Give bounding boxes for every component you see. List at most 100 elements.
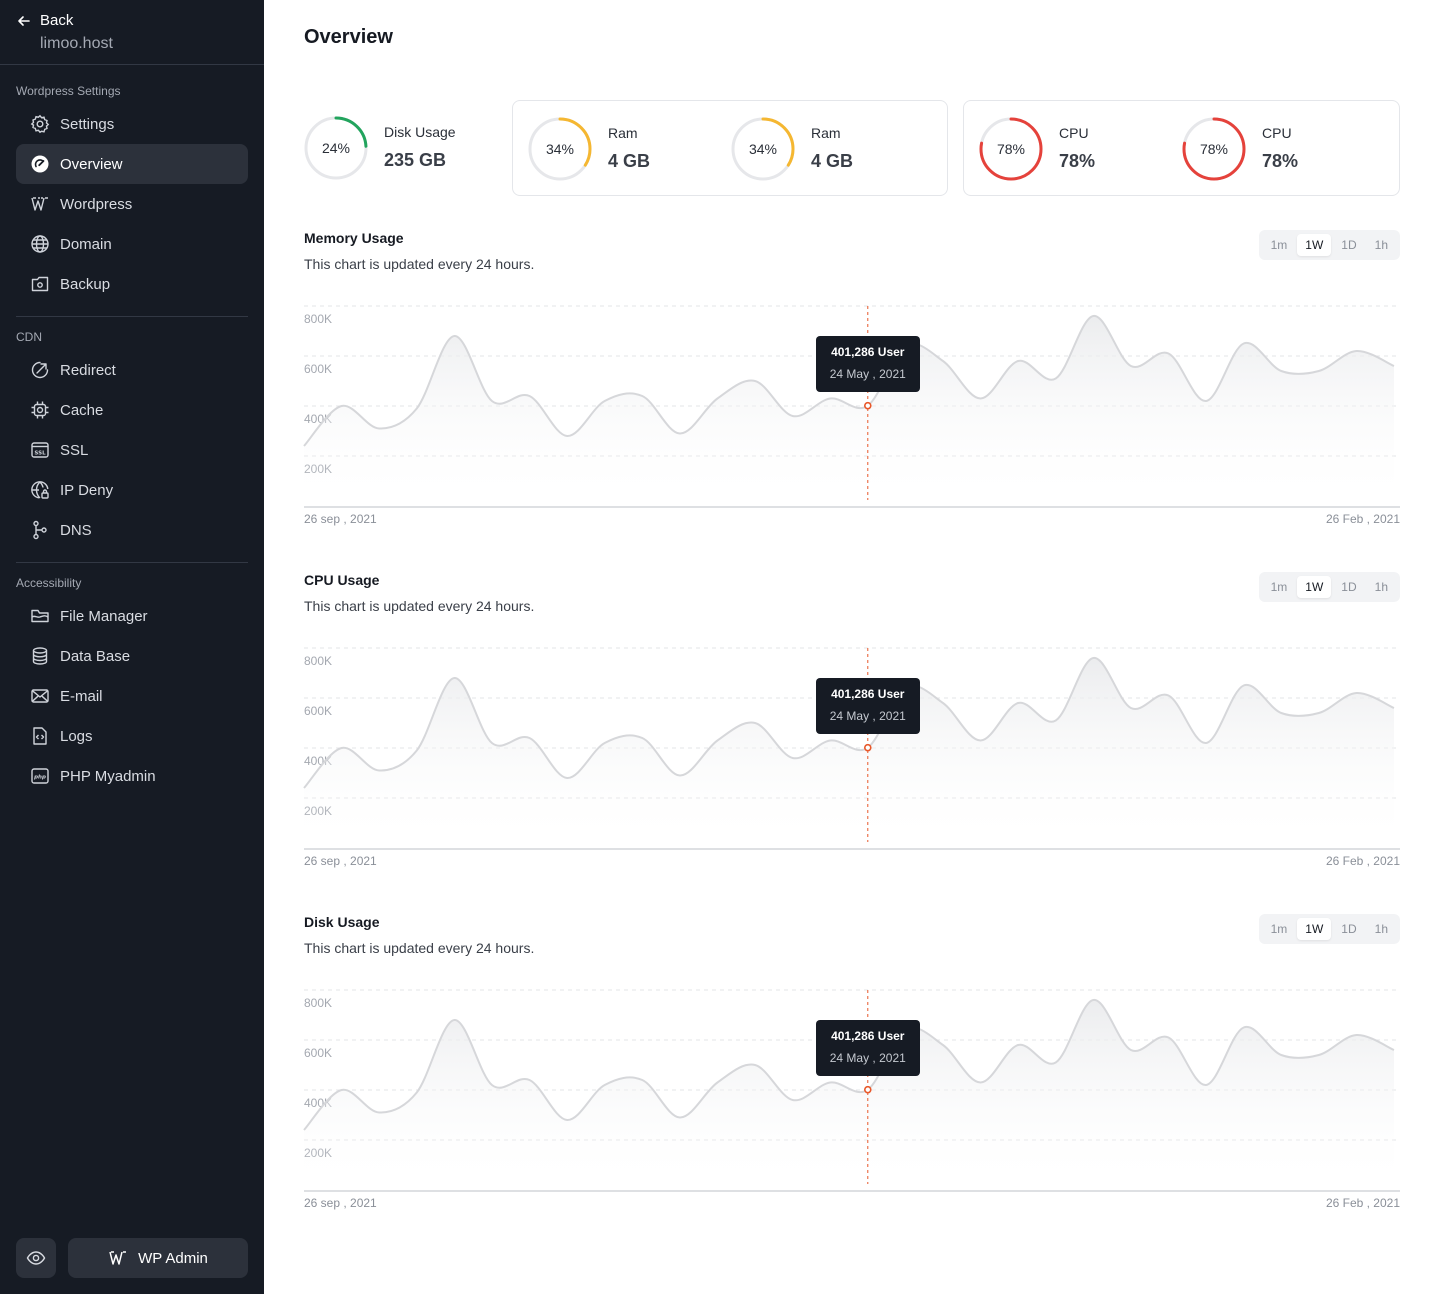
sidebar-item-file-manager[interactable]: File Manager: [16, 596, 248, 636]
back-button[interactable]: Back: [16, 12, 73, 29]
range-tab-1m[interactable]: 1m: [1263, 576, 1296, 598]
range-tab-1m[interactable]: 1m: [1263, 234, 1296, 256]
x-axis-end-label: 26 Feb , 2021: [1325, 1196, 1400, 1210]
stat-label: Disk Usage: [384, 124, 456, 140]
stat-value: 235 GB: [384, 150, 447, 170]
tooltip-date: 24 May , 2021: [829, 1050, 906, 1065]
chart-tooltip: 401,286 User 24 May , 2021: [815, 677, 920, 734]
cpu-usage-chart: CPU Usage This chart is updated every 24…: [303, 572, 1400, 884]
sidebar-item-cache[interactable]: Cache: [16, 390, 248, 430]
sidebar-item-data-base[interactable]: Data Base: [16, 636, 248, 676]
sidebar-item-wordpress[interactable]: Wordpress: [16, 184, 248, 224]
chart-tooltip: 401,286 User 24 May , 2021: [815, 1019, 920, 1076]
database-icon: [30, 646, 50, 666]
sidebar-item-label: Redirect: [60, 361, 116, 379]
wp-admin-label: WP Admin: [138, 1249, 208, 1267]
chart-tooltip: 401,286 User 24 May , 2021: [815, 335, 920, 392]
chart-title: Disk Usage: [304, 914, 380, 930]
divider: [16, 316, 248, 317]
sidebar-item-label: SSL: [60, 441, 89, 459]
sidebar-item-overview[interactable]: Overview: [16, 144, 248, 184]
sidebar-item-label: File Manager: [60, 607, 148, 625]
back-label: Back: [40, 12, 74, 29]
arrow-left-icon: [18, 15, 30, 26]
stat-label: CPU: [1262, 125, 1292, 141]
chip-icon: [30, 400, 50, 420]
y-tick-label: 600K: [304, 1046, 332, 1060]
range-tabs: 1m 1W 1D 1h: [1258, 914, 1400, 944]
wordpress-icon: [30, 194, 50, 214]
stat-card-cpu: 78% CPU 78% 78% CPU 78%: [963, 100, 1400, 196]
sidebar-item-php-myadmin[interactable]: php PHP Myadmin: [16, 756, 248, 796]
sidebar-item-label: Data Base: [60, 647, 131, 665]
chart-subtitle: This chart is updated every 24 hours.: [304, 940, 535, 956]
sidebar-item-label: PHP Myadmin: [60, 767, 156, 785]
divider: [0, 64, 264, 65]
stat-cpu: 78% CPU 78%: [979, 117, 1159, 181]
sidebar-item-ip-deny[interactable]: IP Deny: [16, 470, 248, 510]
tooltip-date: 24 May , 2021: [829, 366, 906, 381]
stat-ram: 34% Ram 4 GB: [731, 117, 911, 181]
sidebar-item-redirect[interactable]: Redirect: [16, 350, 248, 390]
visibility-toggle-button[interactable]: [16, 1238, 56, 1278]
tooltip-value: 401,286 User: [831, 344, 905, 359]
y-tick-label: 600K: [304, 362, 332, 376]
sidebar-item-label: DNS: [60, 521, 92, 539]
range-tab-1m[interactable]: 1m: [1263, 918, 1296, 940]
chart-title: CPU Usage: [304, 572, 380, 588]
ring-percent: 34%: [545, 141, 575, 157]
range-tab-1h[interactable]: 1h: [1367, 576, 1396, 598]
globe-icon: [30, 234, 50, 254]
x-axis-start-label: 26 sep , 2021: [304, 1196, 377, 1210]
stat-disk-usage: 24% Disk Usage 235 GB: [304, 116, 484, 180]
page-title: Overview: [304, 26, 393, 48]
sidebar-item-logs[interactable]: Logs: [16, 716, 248, 756]
range-tabs: 1m 1W 1D 1h: [1258, 230, 1400, 260]
y-tick-label: 800K: [304, 996, 332, 1010]
stat-card-ram: 34% Ram 4 GB 34% Ram 4 GB: [512, 100, 948, 196]
area-chart[interactable]: 800K600K400K200K: [303, 974, 1400, 1194]
ring-percent: 78%: [996, 141, 1026, 157]
tooltip-date: 24 May , 2021: [829, 708, 906, 723]
sidebar-item-ssl[interactable]: SSL SSL: [16, 430, 248, 470]
stat-label: CPU: [1059, 125, 1089, 141]
backup-icon: [30, 274, 50, 294]
sidebar-item-dns[interactable]: DNS: [16, 510, 248, 550]
range-tab-1w[interactable]: 1W: [1297, 234, 1332, 256]
range-tab-1h[interactable]: 1h: [1367, 918, 1396, 940]
tooltip-value: 401,286 User: [831, 686, 905, 701]
sidebar-item-label: Backup: [60, 275, 111, 293]
stat-value: 4 GB: [811, 151, 854, 171]
stat-value: 78%: [1059, 151, 1096, 171]
area-chart[interactable]: 800K600K400K200K: [303, 290, 1400, 510]
sidebar-item-backup[interactable]: Backup: [16, 264, 248, 304]
folder-icon: [30, 606, 50, 626]
range-tab-1w[interactable]: 1W: [1297, 576, 1332, 598]
divider: [16, 562, 248, 563]
file-code-icon: [30, 726, 50, 746]
y-tick-label: 600K: [304, 704, 332, 718]
sidebar-item-email[interactable]: E-mail: [16, 676, 248, 716]
highlight-point[interactable]: [863, 1085, 872, 1094]
ring-percent: 78%: [1199, 141, 1229, 157]
chart-subtitle: This chart is updated every 24 hours.: [304, 598, 535, 614]
eye-icon: [26, 1251, 46, 1265]
sidebar-item-label: Settings: [60, 115, 115, 133]
range-tab-1d[interactable]: 1D: [1333, 918, 1364, 940]
range-tab-1d[interactable]: 1D: [1333, 234, 1364, 256]
highlight-point[interactable]: [863, 401, 872, 410]
chart-title: Memory Usage: [304, 230, 404, 246]
ring-percent: 24%: [321, 140, 351, 156]
area-chart[interactable]: 800K600K400K200K: [303, 632, 1400, 852]
range-tab-1w[interactable]: 1W: [1297, 918, 1332, 940]
highlight-point[interactable]: [863, 743, 872, 752]
sidebar-item-settings[interactable]: Settings: [16, 104, 248, 144]
range-tab-1d[interactable]: 1D: [1333, 576, 1364, 598]
tooltip-value: 401,286 User: [831, 1028, 905, 1043]
range-tab-1h[interactable]: 1h: [1367, 234, 1396, 256]
sidebar-item-domain[interactable]: Domain: [16, 224, 248, 264]
sidebar-item-label: IP Deny: [60, 481, 114, 499]
wp-admin-button[interactable]: WP Admin: [68, 1238, 248, 1278]
redirect-icon: [30, 360, 50, 380]
section-label-wordpress-settings: Wordpress Settings: [16, 84, 121, 98]
